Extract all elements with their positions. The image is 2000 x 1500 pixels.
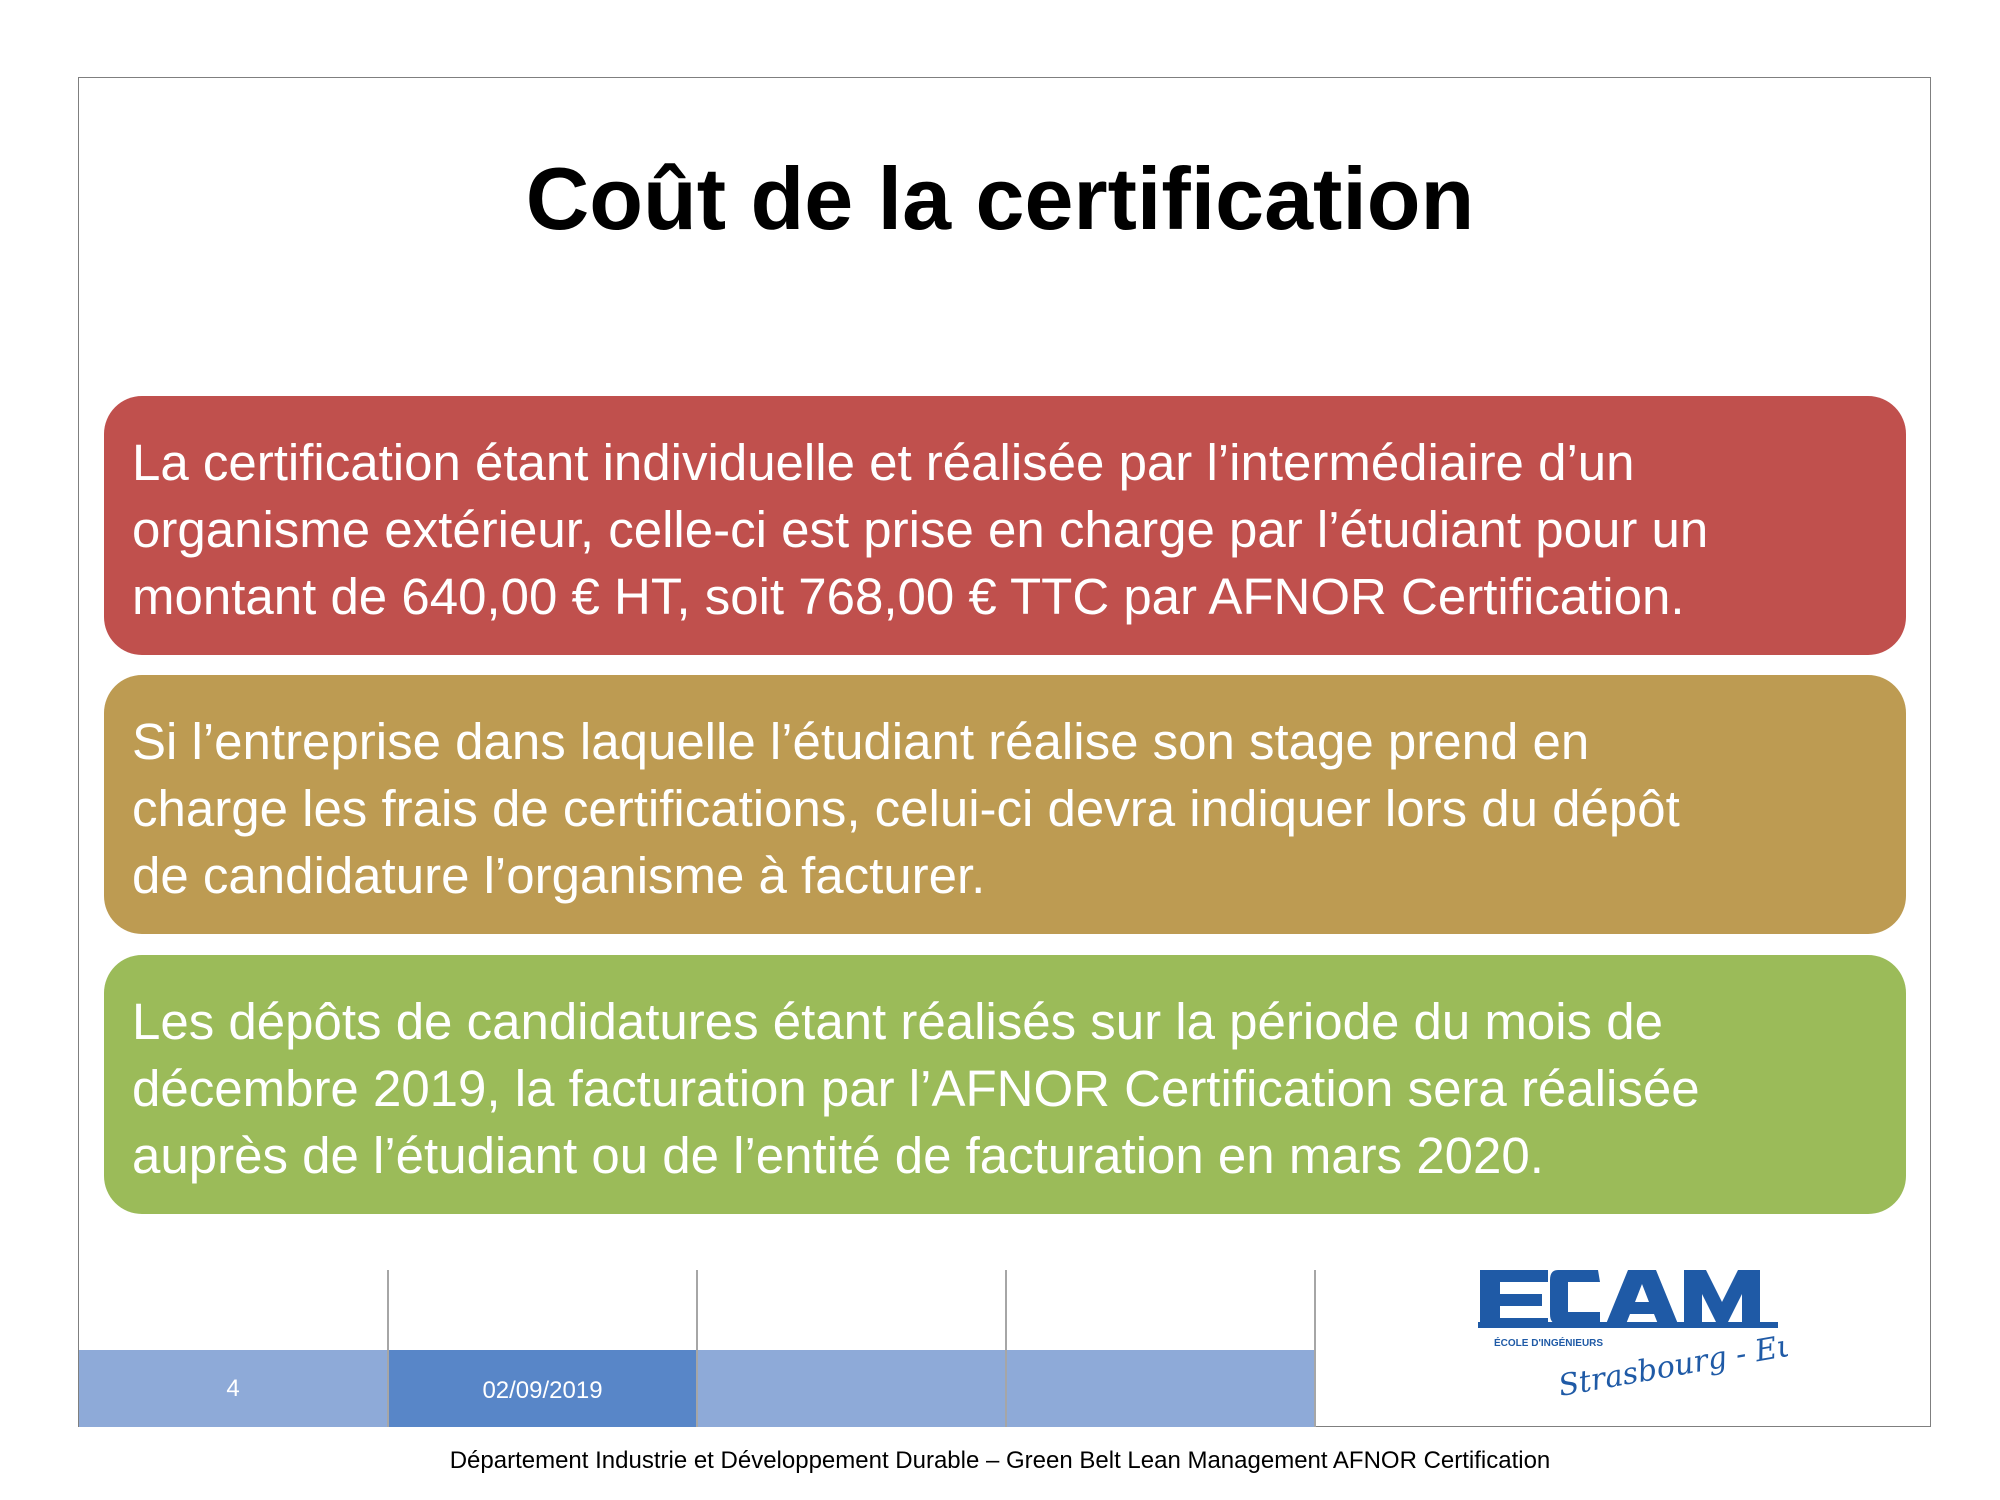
footer-divider <box>1005 1270 1007 1427</box>
logo-underline <box>1478 1322 1778 1328</box>
footer-caption: Département Industrie et Développement D… <box>449 1447 1551 1474</box>
logo-letter-e <box>1480 1270 1548 1324</box>
info-line: La certification étant individuelle et r… <box>132 434 1635 491</box>
footer-date: 02/09/2019 <box>482 1377 603 1404</box>
info-line: Si l’entreprise dans laquelle l’étudiant… <box>132 713 1590 770</box>
logo-letter-c <box>1550 1270 1600 1324</box>
info-line: auprès de l’étudiant ou de l’entité de f… <box>132 1127 1544 1184</box>
ecam-logo: ÉCOLE D'INGÉNIEURS Strasbourg - Europe <box>1478 1270 1788 1404</box>
slide-title: Coût de la certification <box>525 149 1475 248</box>
info-line: décembre 2019, la facturation par l’AFNO… <box>132 1060 1700 1117</box>
info-line: Les dépôts de candidatures étant réalisé… <box>132 993 1663 1050</box>
page-number: 4 <box>226 1375 240 1402</box>
info-box-company: Si l’entreprise dans laquelle l’étudiant… <box>104 675 1906 934</box>
footer-cell-empty <box>1006 1350 1315 1427</box>
info-box-cost: La certification étant individuelle et r… <box>104 396 1906 655</box>
logo-subtitle: ÉCOLE D'INGÉNIEURS <box>1494 1336 1603 1349</box>
footer-cell-empty <box>697 1350 1006 1427</box>
logo-signature: Strasbourg - Europe <box>1556 1316 1788 1404</box>
info-line: organisme extérieur, celle-ci est prise … <box>132 501 1709 558</box>
logo-letter-a <box>1606 1270 1678 1324</box>
info-line: de candidature l’organisme à facturer. <box>132 847 986 904</box>
info-box-billing: Les dépôts de candidatures étant réalisé… <box>104 955 1906 1214</box>
info-line: charge les frais de certifications, celu… <box>132 780 1680 837</box>
logo-letter-m <box>1684 1270 1760 1324</box>
info-line: montant de 640,00 € HT, soit 768,00 € TT… <box>132 568 1685 625</box>
footer-divider <box>1314 1270 1316 1427</box>
